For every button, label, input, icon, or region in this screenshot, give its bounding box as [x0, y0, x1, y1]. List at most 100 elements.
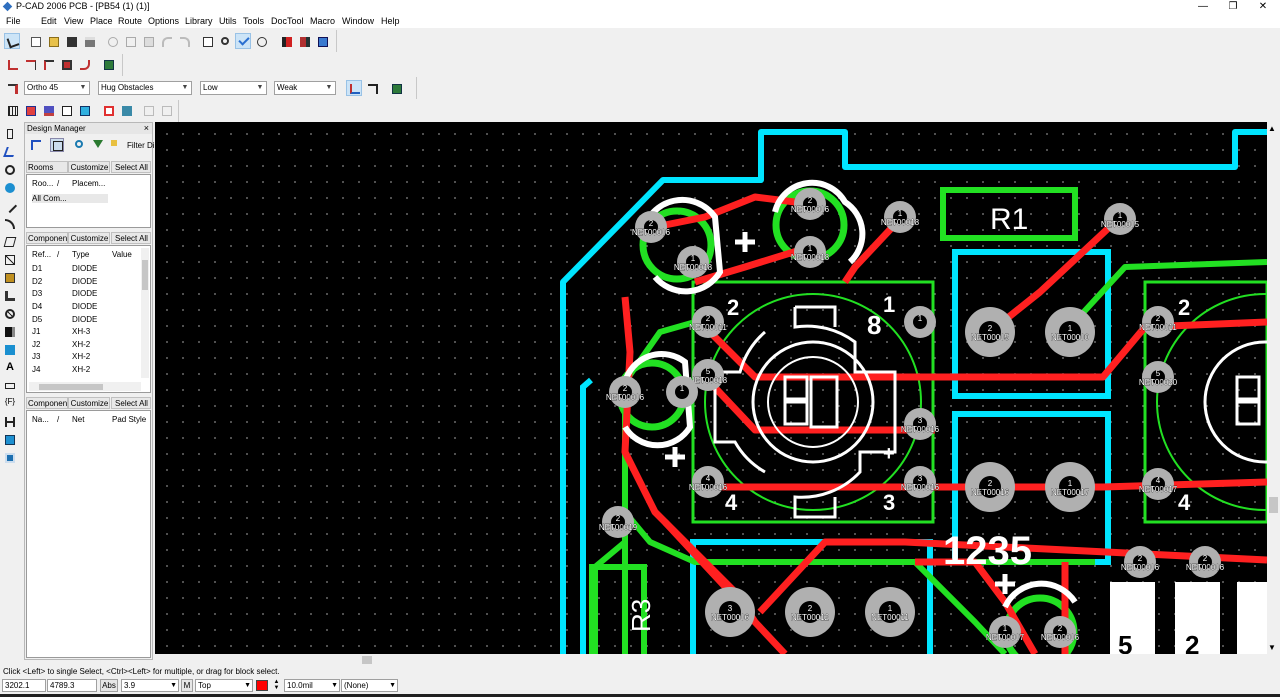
pad[interactable]: 1NET00011 — [865, 587, 915, 637]
select-icon[interactable] — [3, 127, 17, 141]
optimize-level-select[interactable]: Low ▼ — [200, 81, 267, 95]
drc-button[interactable] — [235, 33, 251, 49]
dimension-icon[interactable] — [3, 415, 17, 429]
paste-button[interactable] — [140, 33, 156, 49]
table-cell-type[interactable]: XH-2 — [72, 352, 90, 361]
attribute-icon[interactable] — [3, 379, 17, 393]
menu-place[interactable]: Place — [90, 16, 113, 26]
diagram-icon[interactable] — [3, 451, 17, 465]
open-file-button[interactable] — [45, 33, 61, 49]
route-interactive-button[interactable] — [278, 33, 294, 49]
menu-edit[interactable]: Edit — [41, 16, 57, 26]
route-manual-button[interactable] — [296, 33, 312, 49]
place-arc-icon[interactable] — [3, 217, 17, 231]
table-cell-type[interactable]: XH-2 — [72, 340, 90, 349]
place-fill-icon[interactable] — [3, 271, 17, 285]
pcb-canvas[interactable]: R1 R3 1235 2 1 8 4 3 2 4 5 2 + 2 NET00006… — [155, 122, 1267, 654]
table-cell-type[interactable]: DIODE — [72, 302, 97, 311]
table-icon[interactable] — [3, 433, 17, 447]
components-select-all-button[interactable]: Select All — [111, 232, 151, 244]
grid-icon[interactable] — [4, 102, 20, 118]
route-icon[interactable] — [3, 145, 17, 159]
place-via-icon[interactable] — [3, 163, 17, 177]
pins-select-all-button[interactable]: Select All — [111, 397, 151, 409]
plane-icon[interactable] — [3, 325, 17, 339]
minimize-button[interactable]: — — [1188, 0, 1218, 14]
filter-options-icon[interactable] — [109, 138, 123, 152]
canvas-vertical-scrollbar[interactable]: ▲ ▼ — [1267, 122, 1280, 654]
netlist-button[interactable] — [253, 33, 269, 49]
absolute-toggle[interactable]: Abs — [100, 679, 118, 692]
filter-direction-label[interactable]: Filter Dir — [127, 141, 157, 150]
field-icon[interactable]: {F} — [3, 397, 17, 411]
route-auto-button[interactable] — [314, 33, 330, 49]
column-header[interactable]: Pad Style — [112, 415, 147, 424]
component-icon[interactable] — [50, 138, 64, 152]
pad[interactable]: 2NET00005 — [965, 307, 1015, 357]
pad[interactable]: 2NET00019 — [599, 506, 638, 538]
pad[interactable]: 3NET00006 — [705, 587, 755, 637]
horizontal-scrollbar[interactable] — [29, 382, 141, 391]
place-via-button[interactable] — [40, 56, 56, 72]
zoom-icon[interactable] — [73, 138, 87, 152]
close-icon[interactable]: × — [144, 123, 149, 134]
undo-button[interactable] — [158, 33, 174, 49]
place-pad-icon[interactable] — [3, 181, 17, 195]
save-button[interactable] — [63, 33, 79, 49]
column-header[interactable]: Roo... — [32, 179, 54, 188]
point-icon[interactable] — [3, 343, 17, 357]
layers-icon[interactable] — [22, 102, 38, 118]
scroll-thumb[interactable] — [1269, 497, 1278, 513]
table-cell-type[interactable]: DIODE — [72, 277, 97, 286]
menu-route[interactable]: Route — [118, 16, 142, 26]
layers-view-button[interactable] — [388, 80, 404, 96]
place-copper-pour-icon[interactable] — [3, 289, 17, 303]
table-cell-ref[interactable]: D4 — [32, 302, 42, 311]
pad[interactable]: 1NET00018 — [791, 236, 830, 268]
pad[interactable]: 2NET00016 — [965, 462, 1015, 512]
layer-spinner[interactable]: ▲ ▼ — [272, 679, 281, 692]
menu-file[interactable]: File — [6, 16, 21, 26]
place-copper-button[interactable] — [58, 56, 74, 72]
layer-color-swatch[interactable] — [256, 680, 268, 691]
table-cell-ref[interactable]: J1 — [32, 327, 40, 336]
obstacle-mode-select[interactable]: Hug Obstacles ▼ — [98, 81, 192, 95]
table-cell-type[interactable]: XH-3 — [72, 327, 90, 336]
menu-window[interactable]: Window — [342, 16, 374, 26]
place-polygon-icon[interactable] — [3, 235, 17, 249]
pad[interactable]: 2NET00006 — [606, 376, 645, 408]
column-header[interactable]: Net — [72, 415, 85, 424]
place-polygon-button[interactable] — [76, 56, 92, 72]
new-file-button[interactable] — [27, 33, 43, 49]
pins-customize-button[interactable]: Customize — [68, 397, 110, 409]
redo-button[interactable] — [176, 33, 192, 49]
vertical-scrollbar[interactable] — [141, 248, 149, 378]
push-strength-select[interactable]: Weak ▼ — [274, 81, 336, 95]
select-tool-button[interactable] — [4, 33, 20, 49]
pad[interactable]: 1NET00000 — [1045, 307, 1095, 357]
y-coordinate-field[interactable]: 4789.3 — [47, 679, 97, 692]
pad[interactable]: 1NET00018 — [674, 246, 713, 278]
table-cell-ref[interactable]: D1 — [32, 264, 42, 273]
table-cell-ref[interactable]: D2 — [32, 277, 42, 286]
push-traces-button[interactable] — [346, 80, 362, 96]
x-coordinate-field[interactable]: 3202.1 — [2, 679, 46, 692]
rooms-select-all-button[interactable]: Select All — [111, 161, 151, 173]
menu-library[interactable]: Library — [185, 16, 213, 26]
scroll-up-icon[interactable]: ▲ — [1268, 124, 1276, 133]
layer-select[interactable]: Top ▼ — [195, 679, 253, 692]
route-corner-button[interactable] — [364, 80, 380, 96]
place-line-button[interactable] — [4, 56, 20, 72]
components-customize-button[interactable]: Customize — [68, 232, 110, 244]
metric-toggle[interactable]: M — [181, 679, 193, 692]
layers-stack-icon[interactable] — [40, 102, 56, 118]
table-cell-ref[interactable]: D3 — [32, 289, 42, 298]
pad[interactable]: 2NET00011 — [689, 306, 728, 338]
pad[interactable]: 2NET00012 — [785, 587, 835, 637]
cut-button[interactable] — [104, 33, 120, 49]
scroll-thumb[interactable] — [362, 656, 372, 664]
zoom-window-button[interactable] — [199, 33, 215, 49]
pad[interactable]: 2NET00006 — [1186, 546, 1225, 578]
grid-select[interactable]: 3.9 ▼ — [121, 679, 179, 692]
pad[interactable]: 1 — [904, 306, 936, 338]
